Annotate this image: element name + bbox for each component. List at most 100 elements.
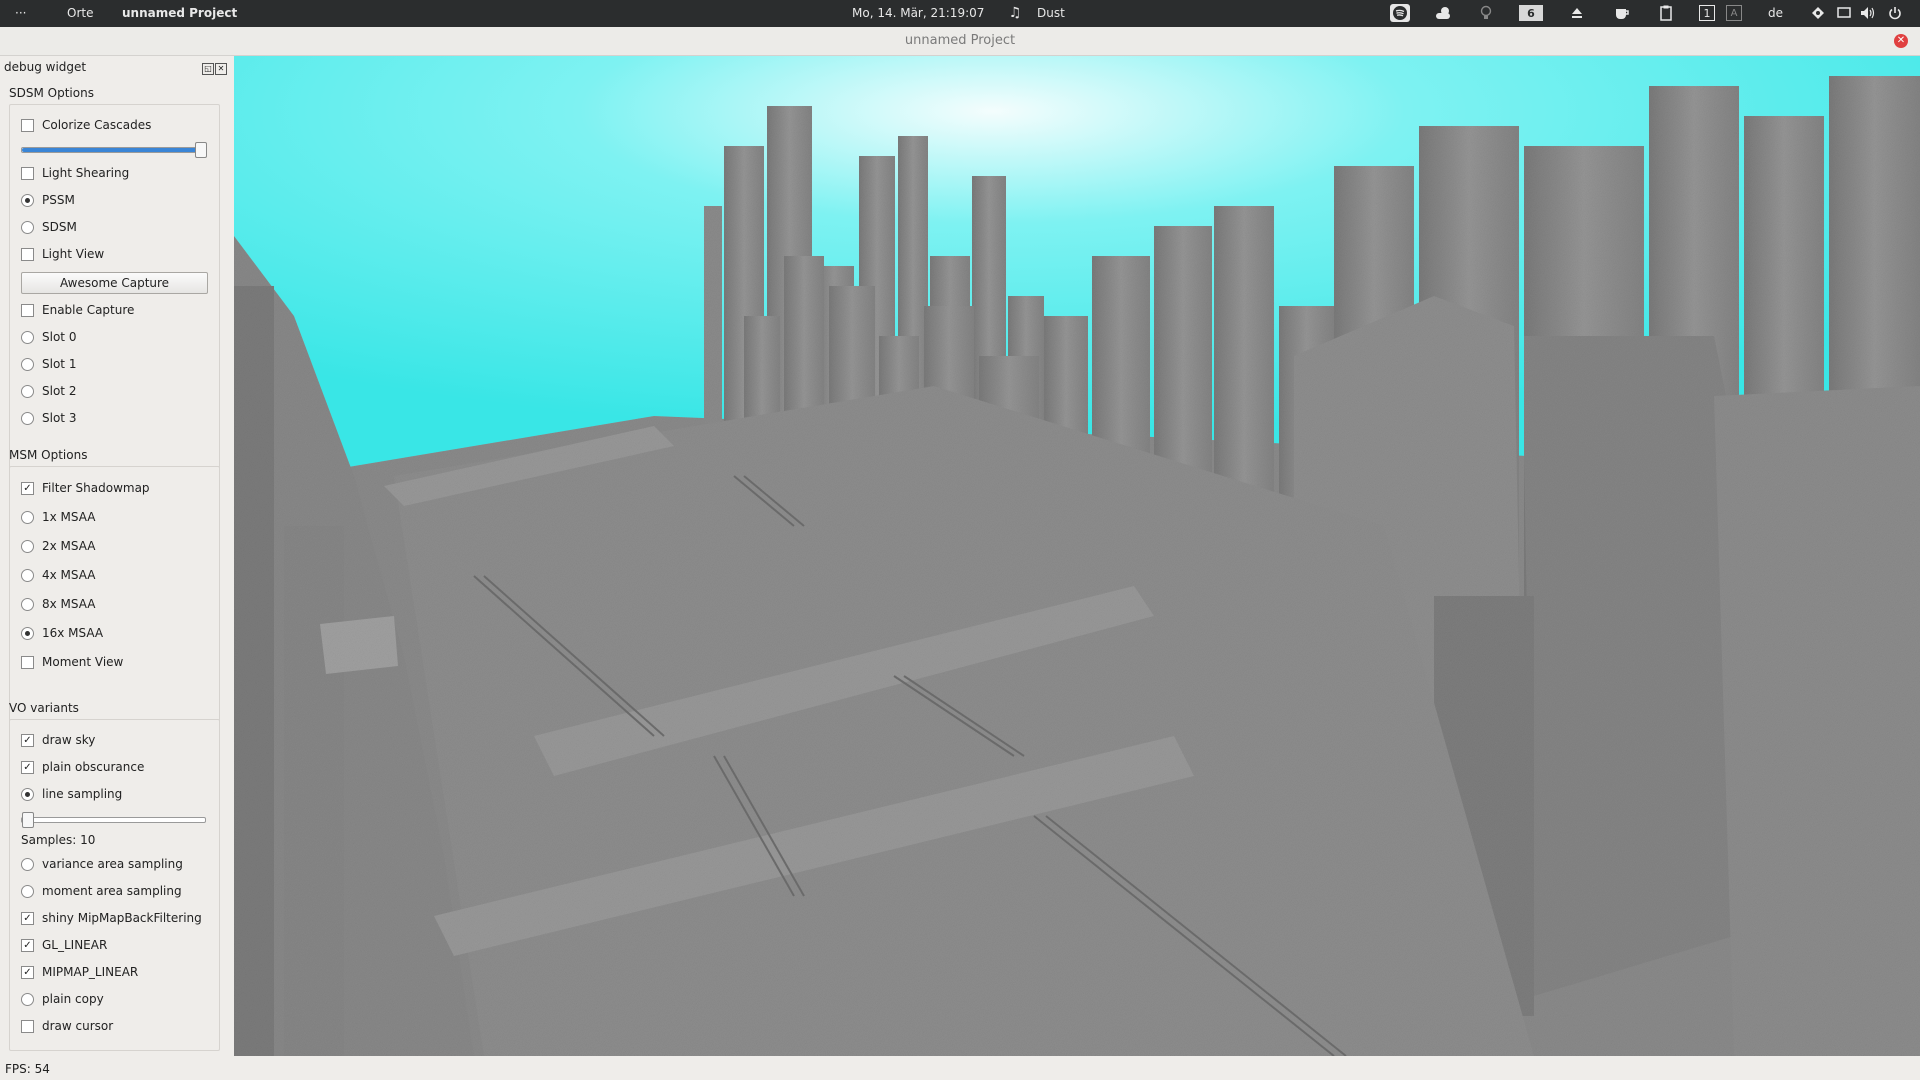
spotify-icon[interactable] [1390,4,1410,22]
screen-icon[interactable] [1834,4,1854,22]
sdsm-group-title: SDSM Options [9,86,94,100]
clock[interactable]: Mo, 14. Mär, 21:19:07 [852,6,984,20]
slot-0-radio[interactable]: Slot 0 [21,328,76,346]
checkbox-box: ✓ [21,965,34,979]
render-viewport[interactable] [234,56,1920,1056]
activities-menu[interactable]: ··· [15,6,26,20]
enable-capture-checkbox[interactable]: Enable Capture [21,301,134,319]
checkbox-box: ✓ [21,481,34,495]
msaa-16x-radio[interactable]: 16x MSAA [21,624,103,642]
close-window-button[interactable]: ✕ [1894,34,1908,48]
window-title: unnamed Project [904,33,1016,48]
checkbox-label: shiny MipMapBackFiltering [42,911,202,925]
cascade-slider[interactable] [21,142,207,158]
eject-icon[interactable] [1567,4,1587,22]
app-menu[interactable]: unnamed Project [122,6,237,20]
radio-button [21,220,34,234]
plain-obscurance-checkbox[interactable]: ✓ plain obscurance [21,758,144,776]
checkbox-label: Enable Capture [42,303,135,317]
moment-area-sampling-radio[interactable]: moment area sampling [21,882,182,900]
radio-label: Slot 2 [42,384,77,398]
radio-button [21,597,34,611]
samples-label: Samples: 10 [21,831,95,849]
keyboard-layout[interactable]: de [1768,6,1783,20]
sdsm-radio[interactable]: SDSM [21,218,77,236]
radio-button [21,357,34,371]
msm-group-title: MSM Options [9,448,88,462]
radio-label: SDSM [42,220,77,234]
checkbox-label: Light Shearing [42,166,130,180]
close-dock-icon[interactable]: ✕ [215,63,227,75]
msaa-2x-radio[interactable]: 2x MSAA [21,537,96,555]
radio-button [21,411,34,425]
msaa-8x-radio[interactable]: 8x MSAA [21,595,96,613]
moment-view-checkbox[interactable]: Moment View [21,653,123,671]
top-panel: ··· Orte unnamed Project Mo, 14. Mär, 21… [0,0,1920,27]
plain-copy-radio[interactable]: plain copy [21,990,104,1008]
light-shearing-checkbox[interactable]: Light Shearing [21,164,129,182]
filter-shadowmap-checkbox[interactable]: ✓ Filter Shadowmap [21,479,150,497]
pssm-radio[interactable]: PSSM [21,191,75,209]
radio-button [21,539,34,553]
radio-label: PSSM [42,193,75,207]
coffee-cup-icon[interactable] [1612,4,1632,22]
checkbox-label: draw sky [42,733,96,747]
radio-button [21,384,34,398]
msaa-1x-radio[interactable]: 1x MSAA [21,508,96,526]
slider-handle[interactable] [195,142,207,158]
radio-button [21,568,34,582]
desktop-indicator[interactable]: 1 [1699,5,1715,21]
checkbox-label: Filter Shadowmap [42,481,150,495]
checkbox-box [21,166,34,180]
checkbox-box: ✓ [21,760,34,774]
light-view-checkbox[interactable]: Light View [21,245,104,263]
radio-label: 16x MSAA [42,626,104,640]
samples-count-text: Samples: 10 [21,833,96,847]
radio-button [21,884,34,898]
draw-sky-checkbox[interactable]: ✓ draw sky [21,731,95,749]
msaa-4x-radio[interactable]: 4x MSAA [21,566,96,584]
radio-label: plain copy [42,992,104,1006]
music-title[interactable]: Dust [1037,6,1065,20]
slot-2-radio[interactable]: Slot 2 [21,382,76,400]
city-scene-render [234,56,1920,1056]
power-icon[interactable] [1885,4,1905,22]
radio-button [21,510,34,524]
slot-1-radio[interactable]: Slot 1 [21,355,76,373]
checkbox-box [21,303,34,317]
places-menu[interactable]: Orte [67,6,93,20]
radio-label: Slot 0 [42,330,77,344]
slot-3-radio[interactable]: Slot 3 [21,409,76,427]
mipmap-linear-checkbox[interactable]: ✓ MIPMAP_LINEAR [21,963,138,981]
music-note-icon[interactable]: ♫ [1005,4,1025,22]
colorize-cascades-checkbox[interactable]: Colorize Cascades [21,116,151,134]
gl-linear-checkbox[interactable]: ✓ GL_LINEAR [21,936,107,954]
radio-label: 4x MSAA [42,568,96,582]
lightbulb-icon[interactable] [1476,4,1496,22]
float-dock-icon[interactable]: ◱ [202,63,214,75]
line-sampling-radio[interactable]: line sampling [21,785,122,803]
radio-button [21,992,34,1006]
checkbox-label: Colorize Cascades [42,118,152,132]
checkbox-box: ✓ [21,938,34,952]
clipboard-icon[interactable] [1656,4,1676,22]
checkbox-box [21,1019,34,1033]
slider-handle[interactable] [22,812,34,828]
radio-button [21,857,34,871]
samples-slider[interactable] [21,812,206,828]
network-icon[interactable] [1808,4,1828,22]
window-titlebar[interactable]: unnamed Project ✕ [0,27,1920,56]
dock-title: debug widget [4,60,87,74]
awesome-capture-button[interactable]: Awesome Capture [21,272,208,294]
checkbox-label: GL_LINEAR [42,938,108,952]
draw-cursor-checkbox[interactable]: draw cursor [21,1017,113,1035]
volume-icon[interactable] [1858,4,1878,22]
shiny-mipmap-checkbox[interactable]: ✓ shiny MipMapBackFiltering [21,909,202,927]
input-method-icon[interactable]: A [1726,5,1742,21]
radio-button [21,787,34,801]
slider-fill [22,148,205,152]
variance-area-sampling-radio[interactable]: variance area sampling [21,855,183,873]
weather-icon[interactable] [1433,4,1453,22]
workspace-indicator[interactable]: 6 [1519,5,1543,21]
checkbox-box [21,118,34,132]
